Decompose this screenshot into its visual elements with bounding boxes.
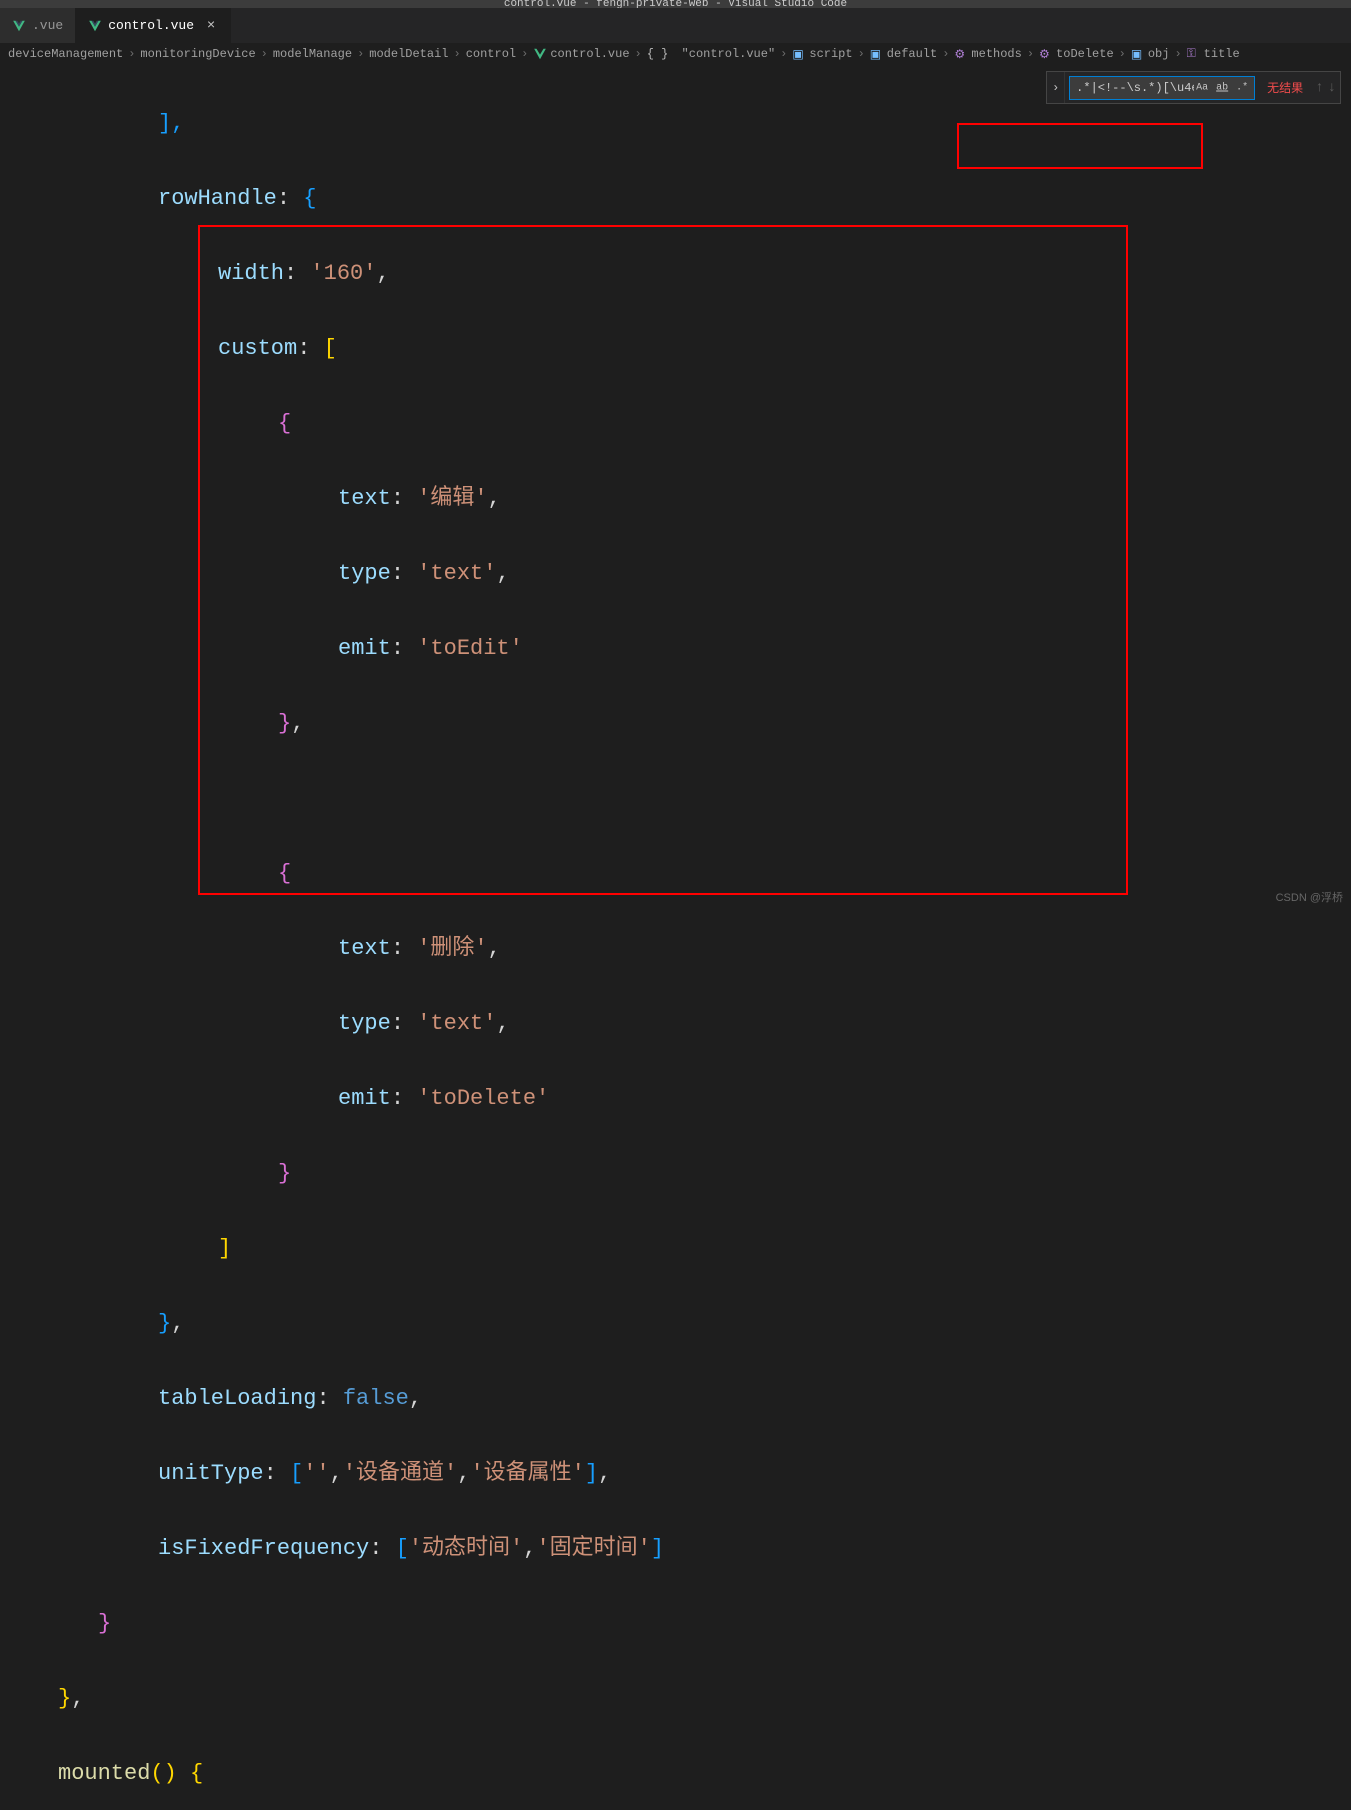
code-editor[interactable]: ], rowHandle: { width: '160', custom: [ … <box>0 65 1351 887</box>
bc-symbol[interactable]: ⚿title <box>1187 47 1240 61</box>
find-toggle-replace[interactable]: › <box>1047 72 1065 103</box>
bc-folder[interactable]: modelManage <box>273 47 352 61</box>
method-icon: ⚙ <box>954 47 968 61</box>
bc-symbol[interactable]: ▣obj <box>1131 47 1170 61</box>
bc-symbol[interactable]: ▣default <box>870 47 937 61</box>
tab-control-vue[interactable]: control.vue × <box>76 8 231 43</box>
vue-icon <box>533 47 547 61</box>
bc-symbol[interactable]: ⚙toDelete <box>1039 47 1114 61</box>
bc-symbol[interactable]: { } "control.vue" <box>647 47 775 61</box>
close-icon[interactable]: × <box>204 18 218 34</box>
find-next-icon[interactable]: ↓ <box>1328 80 1336 96</box>
method-icon: ⚙ <box>1039 47 1053 61</box>
module-icon: ▣ <box>792 47 806 61</box>
find-whole-word-icon[interactable]: ab <box>1213 82 1231 93</box>
watermark: CSDN @浮桥 <box>1268 887 1351 905</box>
vue-icon <box>12 19 26 33</box>
bc-symbol[interactable]: ▣script <box>792 47 852 61</box>
bc-folder[interactable]: control <box>466 47 516 61</box>
bc-folder[interactable]: monitoringDevice <box>140 47 255 61</box>
find-prev-icon[interactable]: ↑ <box>1315 80 1323 96</box>
tab-label: .vue <box>32 18 63 33</box>
find-result-count: 无结果 <box>1259 79 1311 96</box>
breadcrumb: deviceManagement› monitoringDevice› mode… <box>0 43 1351 65</box>
bc-symbol[interactable]: ⚙methods <box>954 47 1021 61</box>
bc-folder[interactable]: modelDetail <box>369 47 448 61</box>
module-icon: ▣ <box>1131 47 1145 61</box>
find-regex-icon[interactable]: .* <box>1233 82 1251 93</box>
bc-file[interactable]: control.vue <box>533 47 629 61</box>
vue-icon <box>88 19 102 33</box>
code-content: ], rowHandle: { width: '160', custom: [ … <box>58 65 1351 887</box>
find-widget: › Aa ab .* 无结果 ↑ ↓ <box>1046 71 1341 104</box>
tab-bar: .vue control.vue × <box>0 8 1351 43</box>
window-title: control.vue - fengn-private-web - Visual… <box>0 0 1351 8</box>
tab-vue[interactable]: .vue <box>0 8 76 43</box>
bc-folder[interactable]: deviceManagement <box>8 47 123 61</box>
line-gutter <box>0 65 58 887</box>
key-icon: ⚿ <box>1187 47 1201 61</box>
find-match-case-icon[interactable]: Aa <box>1193 82 1211 93</box>
tab-label: control.vue <box>108 18 194 33</box>
module-icon: ▣ <box>870 47 884 61</box>
